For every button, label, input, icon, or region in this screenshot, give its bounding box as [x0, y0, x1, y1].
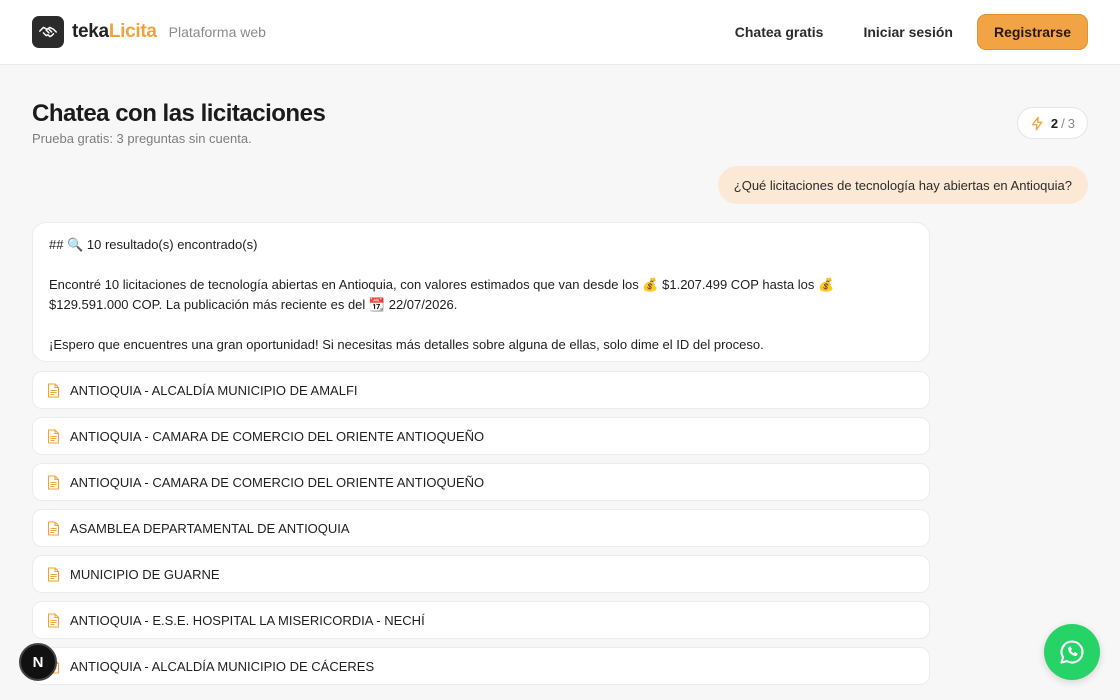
chat-free-link[interactable]: Chatea gratis: [735, 24, 824, 40]
answer-line-2: $129.591.000 COP. La publicación más rec…: [49, 297, 458, 312]
login-link[interactable]: Iniciar sesión: [863, 24, 952, 40]
result-item[interactable]: ANTIOQUIA - CAMARA DE COMERCIO DEL ORIEN…: [32, 463, 930, 501]
nextjs-dev-badge[interactable]: N: [19, 643, 57, 681]
whatsapp-icon: [1060, 640, 1084, 664]
page-title: Chatea con las licitaciones: [32, 100, 326, 127]
result-name: ANTIOQUIA - E.S.E. HOSPITAL LA MISERICOR…: [70, 612, 425, 628]
document-icon: [47, 566, 60, 582]
quota-separator: /: [1061, 115, 1065, 131]
result-item[interactable]: ANTIOQUIA - ALCALDÍA MUNICIPIO DE CÁCERE…: [32, 647, 930, 685]
answer-line-1: Encontré 10 licitaciones de tecnología a…: [49, 277, 835, 292]
result-item[interactable]: ANTIOQUIA - E.S.E. HOSPITAL LA MISERICOR…: [32, 601, 930, 639]
results-list: ANTIOQUIA - ALCALDÍA MUNICIPIO DE AMALFI…: [32, 371, 930, 693]
brand-prefix: teka: [72, 21, 109, 42]
document-icon: [47, 474, 60, 490]
lightning-icon: [1031, 116, 1043, 130]
result-item[interactable]: MUNICIPIO DE GUARNE: [32, 555, 930, 593]
brand-suffix: Licita: [108, 21, 157, 42]
answer-heading: ## 🔍 10 resultado(s) encontrado(s): [49, 237, 258, 252]
result-name: ANTIOQUIA - CAMARA DE COMERCIO DEL ORIEN…: [70, 428, 485, 444]
document-icon: [47, 428, 60, 444]
brand-logo-text[interactable]: tekaLicita: [72, 21, 157, 43]
quota-total: 3: [1067, 115, 1075, 131]
result-name: ANTIOQUIA - ALCALDÍA MUNICIPIO DE CÁCERE…: [70, 658, 375, 674]
whatsapp-button[interactable]: [1044, 624, 1100, 680]
result-item[interactable]: ANTIOQUIA - ALCALDÍA MUNICIPIO DE AMALFI: [32, 371, 930, 409]
result-name: ASAMBLEA DEPARTAMENTAL DE ANTIOQUIA: [70, 520, 350, 536]
document-icon: [47, 612, 60, 628]
platform-label: Plataforma web: [168, 24, 266, 40]
register-button[interactable]: Registrarse: [976, 14, 1088, 50]
question-quota-badge: 2 / 3: [1016, 107, 1088, 139]
document-icon: [47, 520, 60, 536]
header-nav: Chatea gratis Iniciar sesión Registrarse: [695, 14, 1088, 50]
result-item[interactable]: ASAMBLEA DEPARTAMENTAL DE ANTIOQUIA: [32, 509, 930, 547]
result-name: ANTIOQUIA - CAMARA DE COMERCIO DEL ORIEN…: [70, 474, 485, 490]
top-navbar: tekaLicita Plataforma web Chatea gratis …: [0, 0, 1120, 65]
document-icon: [47, 382, 60, 398]
user-message-bubble: ¿Qué licitaciones de tecnología hay abie…: [717, 166, 1088, 204]
page-subtitle: Prueba gratis: 3 preguntas sin cuenta.: [32, 131, 252, 146]
handshake-icon[interactable]: [32, 16, 64, 48]
result-name: ANTIOQUIA - ALCALDÍA MUNICIPIO DE AMALFI: [70, 382, 358, 398]
answer-line-3: ¡Espero que encuentres una gran oportuni…: [49, 337, 764, 352]
result-name: MUNICIPIO DE GUARNE: [70, 566, 220, 582]
quota-used: 2: [1050, 115, 1059, 131]
result-item[interactable]: ANTIOQUIA - CAMARA DE COMERCIO DEL ORIEN…: [32, 417, 930, 455]
assistant-answer-card: ## 🔍 10 resultado(s) encontrado(s) Encon…: [32, 222, 930, 362]
